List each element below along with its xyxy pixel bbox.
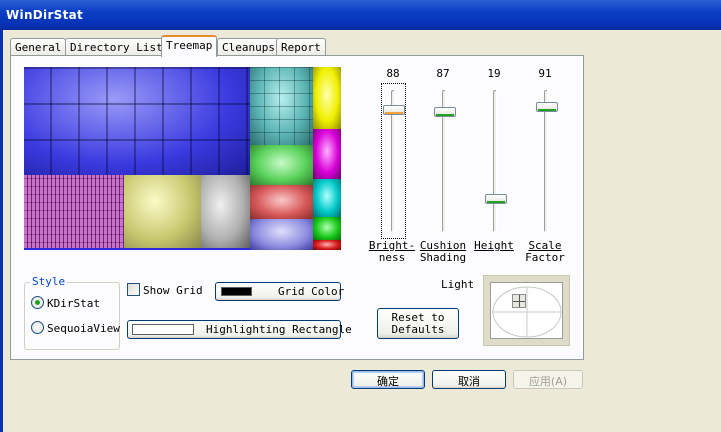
brightness-slider-thumb[interactable] [383, 105, 405, 115]
tab-cleanups[interactable]: Cleanups [217, 38, 280, 56]
radio-selected-dot [35, 300, 40, 305]
apply-button[interactable]: 应用(A) [513, 370, 583, 389]
treemap-block-teal-cells [250, 67, 313, 145]
treemap-block-green [250, 145, 313, 185]
tab-directory-list[interactable]: Directory List [65, 38, 168, 56]
treemap-block-magenta [313, 129, 341, 179]
brightness-label-line2: ness [378, 251, 406, 264]
scale-factor-label: Scale Factor [515, 240, 575, 264]
style-group-title: Style [30, 275, 68, 288]
treemap-block-strip [24, 248, 250, 250]
scale-factor-slider-thumb[interactable] [536, 102, 558, 112]
reset-button-line2: Defaults [391, 323, 445, 336]
tab-treemap-label: Treemap [166, 39, 213, 52]
tab-general-label: General [15, 41, 62, 54]
cushion-shading-label-line2: Shading [419, 251, 467, 264]
tab-treemap[interactable]: Treemap [161, 35, 218, 57]
cancel-button-label: 取消 [458, 375, 480, 388]
height-slider-thumb[interactable] [485, 194, 507, 204]
light-label: Light [441, 278, 475, 291]
apply-button-label: 应用(A) [528, 375, 568, 388]
tab-general[interactable]: General [10, 38, 67, 56]
height-label-line1: Height [474, 239, 514, 252]
treemap-block-small-red [313, 240, 341, 250]
light-position-frame [483, 275, 570, 346]
tab-directory-list-label: Directory List [70, 41, 163, 54]
treemap-block-lavender [250, 219, 313, 250]
light-handle[interactable] [512, 294, 526, 308]
treemap-block-olive [124, 175, 201, 250]
sequoiaview-radio[interactable] [31, 321, 44, 334]
cancel-button[interactable]: 取消 [432, 370, 506, 389]
tab-cleanups-label: Cleanups [222, 41, 275, 54]
brightness-value: 88 [386, 67, 400, 80]
ok-button[interactable]: 确定 [351, 370, 425, 389]
style-groupbox [24, 282, 120, 350]
treemap-block-blue-cells [24, 67, 250, 175]
height-value: 19 [487, 67, 501, 80]
scale-factor-value: 91 [538, 67, 552, 80]
window-title: WinDirStat [6, 8, 84, 22]
grid-color-swatch [221, 287, 252, 296]
tab-report[interactable]: Report [276, 38, 326, 56]
treemap-block-gray [201, 175, 250, 250]
tab-report-label: Report [281, 41, 321, 54]
sequoiaview-radio-label[interactable]: SequoiaView [47, 322, 120, 335]
treemap-preview [24, 67, 341, 250]
kdirstat-radio-label[interactable]: KDirStat [47, 297, 100, 310]
cushion-shading-value: 87 [436, 67, 450, 80]
grid-color-label: Grid Color [278, 285, 345, 298]
treemap-block-yellow [313, 67, 341, 129]
treemap-block-lime [313, 217, 341, 240]
title-bar: WinDirStat [0, 0, 721, 30]
kdirstat-radio[interactable] [31, 296, 44, 309]
light-ellipse-graphic [492, 286, 562, 338]
height-slider-track[interactable] [493, 90, 497, 232]
light-position-pad[interactable] [490, 282, 563, 339]
reset-to-defaults-button[interactable]: Reset to Defaults [377, 308, 459, 339]
cushion-shading-slider-thumb[interactable] [434, 107, 456, 117]
ok-button-label: 确定 [377, 375, 399, 388]
show-grid-label[interactable]: Show Grid [143, 284, 203, 297]
treemap-block-cyan [313, 179, 341, 217]
grid-color-button[interactable]: Grid Color [215, 282, 345, 301]
highlighting-rectangle-label: Highlighting Rectangle [206, 323, 352, 336]
treemap-block-red [250, 185, 313, 219]
scale-factor-label-line2: Factor [525, 251, 565, 264]
treemap-block-purple-rows [24, 175, 124, 250]
highlight-color-swatch [132, 324, 194, 335]
highlighting-rectangle-button[interactable]: Highlighting Rectangle [127, 320, 352, 339]
show-grid-checkbox[interactable] [127, 283, 140, 296]
